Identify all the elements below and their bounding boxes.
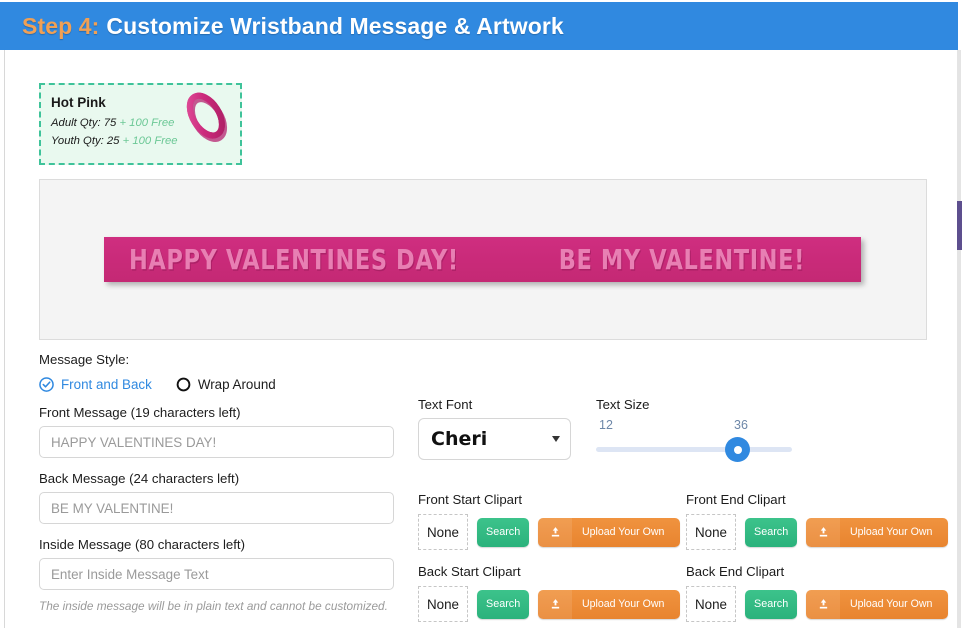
inside-message-input[interactable] [39,558,394,590]
text-size-value: 36 [734,418,748,432]
front-end-clipart-preview[interactable]: None [686,514,736,550]
radio-empty-icon [176,377,191,392]
page-left-border [0,47,5,628]
front-end-clipart-upload-label: Upload Your Own [849,526,933,538]
back-message-label: Back Message (24 characters left) [39,471,240,486]
message-style-options: Front and Back Wrap Around [39,377,404,392]
wristband-ring-icon [186,92,228,142]
inside-message-label: Inside Message (80 characters left) [39,537,245,552]
text-size-values: 12 36 [596,418,792,438]
option-wrap-around[interactable]: Wrap Around [176,377,276,392]
text-size-slider-thumb[interactable] [725,437,750,462]
front-start-clipart-search-button[interactable]: Search [477,517,530,547]
front-message-label: Front Message (19 characters left) [39,405,241,420]
front-start-clipart-upload-label: Upload Your Own [581,526,665,538]
option-front-and-back-label: Front and Back [61,377,152,392]
wristband-band: HAPPY VALENTINES DAY! BE MY VALENTINE! [104,237,861,282]
back-end-clipart-group: Back End Clipart None Search Upload Your… [686,564,949,622]
back-end-clipart-upload-button[interactable]: Upload Your Own [806,589,949,619]
back-end-clipart-preview[interactable]: None [686,586,736,622]
upload-icon [538,589,573,619]
scrollbar-thumb[interactable] [957,201,962,250]
message-style-label: Message Style: [39,352,130,367]
scrollbar-track[interactable] [957,50,961,628]
page-root: Step 4: Customize Wristband Message & Art… [0,0,964,628]
back-end-clipart-upload-label: Upload Your Own [849,598,933,610]
back-message-input[interactable] [39,492,394,524]
front-end-clipart-search-button[interactable]: Search [745,517,798,547]
text-size-slider[interactable] [596,437,792,462]
back-start-clipart-search-button[interactable]: Search [477,589,530,619]
selected-color-card[interactable]: Hot Pink Adult Qty: 75 + 100 Free Youth … [39,83,242,165]
front-start-clipart-preview[interactable]: None [418,514,468,550]
text-size-label: Text Size [596,397,650,412]
back-end-clipart-search-button[interactable]: Search [745,589,798,619]
youth-qty-value: Youth Qty: 25 [51,135,120,147]
back-start-clipart-group: Back Start Clipart None Search Upload Yo… [418,564,681,622]
front-start-clipart-upload-button[interactable]: Upload Your Own [538,517,681,547]
back-start-clipart-upload-button[interactable]: Upload Your Own [538,589,681,619]
adult-free-qty: + 100 Free [116,117,175,129]
front-end-clipart-row: None Search Upload Your Own [686,514,949,550]
page-title: Step 4: Customize Wristband Message & Art… [22,13,564,40]
wristband-preview-panel: HAPPY VALENTINES DAY! BE MY VALENTINE! [39,179,927,340]
upload-icon [806,517,841,547]
header-title-text: Customize Wristband Message & Artwork [106,12,564,39]
text-font-select[interactable]: Cheri [418,418,571,460]
adult-qty-value: Adult Qty: 75 [51,117,117,129]
step-label: Step 4: [22,12,100,39]
back-message-field: Back Message (24 characters left) [39,471,404,524]
vertical-scrollbar[interactable] [955,50,962,628]
text-size-min: 12 [599,418,613,432]
chevron-down-icon [552,436,560,442]
back-start-clipart-upload-label: Upload Your Own [581,598,665,610]
text-size-group: Text Size 12 36 [596,397,806,462]
front-end-clipart-upload-button[interactable]: Upload Your Own [806,517,949,547]
option-wrap-around-label: Wrap Around [197,377,276,392]
band-front-text: HAPPY VALENTINES DAY! [129,243,459,276]
back-end-clipart-label: Back End Clipart [686,564,785,579]
check-circle-icon [39,377,54,392]
band-back-text: BE MY VALENTINE! [558,243,805,276]
front-end-clipart-label: Front End Clipart [686,492,786,507]
upload-icon [806,589,841,619]
front-end-clipart-group: Front End Clipart None Search Upload You… [686,492,949,550]
front-start-clipart-group: Front Start Clipart None Search Upload Y… [418,492,681,550]
youth-free-qty: + 100 Free [119,135,178,147]
text-font-select-wrap: Cheri [418,418,571,460]
front-message-field: Front Message (19 characters left) [39,405,404,458]
back-start-clipart-preview[interactable]: None [418,586,468,622]
option-front-and-back[interactable]: Front and Back [39,377,152,392]
text-font-value: Cheri [431,428,488,450]
back-end-clipart-row: None Search Upload Your Own [686,586,949,622]
front-start-clipart-label: Front Start Clipart [418,492,523,507]
inside-message-field: Inside Message (80 characters left) The … [39,537,404,613]
front-message-input[interactable] [39,426,394,458]
back-start-clipart-row: None Search Upload Your Own [418,586,681,622]
upload-icon [538,517,573,547]
page-header: Step 4: Customize Wristband Message & Art… [0,2,958,50]
front-start-clipart-row: None Search Upload Your Own [418,514,681,550]
messages-column: Message Style: Front and Back Wrap Aroun… [39,352,404,626]
inside-message-note: The inside message will be in plain text… [39,599,388,613]
back-start-clipart-label: Back Start Clipart [418,564,521,579]
